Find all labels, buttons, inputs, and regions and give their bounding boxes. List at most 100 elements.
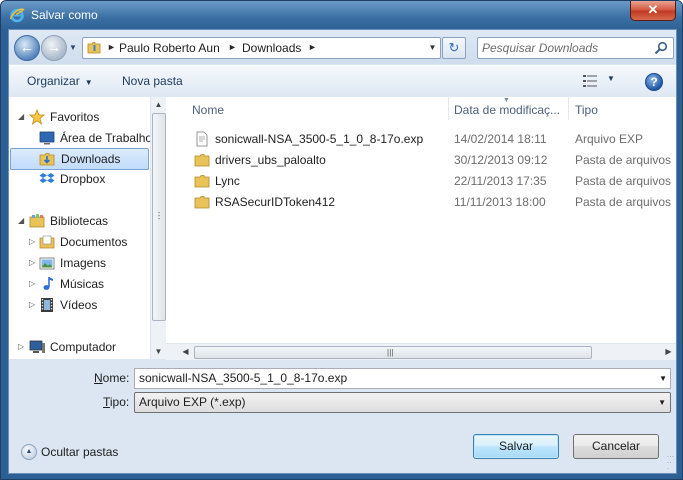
cancel-button[interactable]: Cancelar <box>573 434 659 459</box>
file-date: 30/12/2013 09:12 <box>454 153 548 167</box>
refresh-icon: ↻ <box>448 40 460 55</box>
sidebar-item-music[interactable]: ▷ Músicas <box>9 274 149 294</box>
close-button[interactable]: ✕ <box>630 1 676 21</box>
search-input[interactable] <box>482 40 648 55</box>
dropbox-icon <box>39 173 55 183</box>
column-header-type[interactable]: Tipo <box>569 97 676 120</box>
refresh-button[interactable]: ↻ <box>442 37 466 59</box>
file-name: sonicwall-NSA_3500-5_1_0_8-17o.exp <box>215 132 424 146</box>
address-dropdown-icon[interactable]: ▼ <box>425 38 440 58</box>
breadcrumb-user[interactable]: Paulo Roberto Aun <box>119 41 220 55</box>
dialog-body: ← → ▼ ► Paulo Roberto Aun ► Downloads ► … <box>8 29 677 474</box>
sidebar-item-favorites[interactable]: ◢ Favoritos <box>9 107 149 127</box>
table-row[interactable]: sonicwall-NSA_3500-5_1_0_8-17o.exp 14/02… <box>186 129 676 149</box>
sidebar-item-label: Documentos <box>60 235 128 249</box>
sidebar-item-documents[interactable]: ▷ Documentos <box>9 232 149 252</box>
expand-arrow-icon[interactable]: ◢ <box>18 112 26 121</box>
resize-grip-icon[interactable]: . . . . . . <box>667 451 674 471</box>
chevron-up-icon: ▲ <box>21 444 37 460</box>
expand-arrow-icon[interactable]: ◢ <box>18 216 26 225</box>
sidebar-item-computer[interactable]: ▷ Computador <box>9 337 149 357</box>
filetype-value: Arquivo EXP (*.exp) <box>139 395 246 409</box>
computer-icon <box>29 340 45 353</box>
column-header-label: Tipo <box>575 103 598 117</box>
navigation-scrollbar[interactable]: ▲ --- ▼ <box>150 97 166 359</box>
file-type: Arquivo EXP <box>575 132 644 146</box>
search-box[interactable] <box>477 37 674 59</box>
table-row[interactable]: drivers_ubs_paloalto 30/12/2013 09:12 Pa… <box>186 150 676 170</box>
table-row[interactable]: RSASecurIDToken412 11/11/2013 18:00 Past… <box>186 192 676 212</box>
save-button[interactable]: Salvar <box>473 434 559 459</box>
organize-label: Organizar <box>27 74 80 88</box>
sidebar-item-libraries[interactable]: ◢ Bibliotecas <box>9 211 149 231</box>
breadcrumb-separator-icon[interactable]: ► <box>308 42 317 52</box>
sidebar-item-desktop[interactable]: Área de Trabalho <box>9 128 152 148</box>
scroll-left-icon[interactable]: ◀ <box>178 344 193 360</box>
scrollbar-thumb[interactable]: --- <box>152 113 166 321</box>
forward-arrow-icon: → <box>46 39 62 56</box>
music-icon <box>43 277 53 290</box>
sidebar-item-images[interactable]: ▷ Imagens <box>9 253 149 273</box>
chevron-down-icon[interactable]: ▼ <box>658 398 666 407</box>
scroll-right-icon[interactable]: ▶ <box>661 344 676 360</box>
folder-icon <box>194 175 210 188</box>
scrollbar-thumb[interactable]: | | | <box>194 346 592 359</box>
column-header-name[interactable]: Nome <box>186 97 449 120</box>
organize-button[interactable]: Organizar ▼ <box>27 74 93 88</box>
folder-icon <box>194 154 210 167</box>
back-button[interactable]: ← <box>14 35 40 61</box>
help-icon[interactable]: ? <box>645 73 663 91</box>
scroll-down-icon[interactable]: ▼ <box>151 344 166 359</box>
view-dropdown-icon[interactable]: ▼ <box>607 74 615 83</box>
sidebar-item-label: Imagens <box>60 256 107 270</box>
filename-field[interactable]: sonicwall-NSA_3500-5_1_0_8-17o.exp ▼ <box>134 368 671 389</box>
breadcrumb-separator-icon[interactable]: ► <box>228 42 237 52</box>
internet-explorer-icon <box>9 8 25 23</box>
filetype-select[interactable]: Arquivo EXP (*.exp) ▼ <box>134 392 671 413</box>
command-bar: Organizar ▼ Nova pasta ▼ ? <box>9 65 676 98</box>
star-icon <box>29 109 45 125</box>
sidebar-item-downloads[interactable]: Downloads <box>10 148 149 170</box>
search-icon[interactable] <box>654 41 668 55</box>
libraries-icon <box>29 214 45 228</box>
sidebar-item-label: Downloads <box>61 152 121 166</box>
window-title: Salvar como <box>31 8 98 22</box>
address-bar[interactable]: ► Paulo Roberto Aun ► Downloads ► ▼ <box>82 37 441 59</box>
file-name: Lync <box>215 174 240 188</box>
filename-label-text: ome: <box>102 371 130 385</box>
expand-arrow-icon[interactable]: ▷ <box>29 258 37 267</box>
title-bar[interactable]: Salvar como ✕ <box>1 1 682 29</box>
column-header-date[interactable]: Data de modificaç... <box>448 97 569 120</box>
documents-icon <box>39 235 55 249</box>
table-row[interactable]: Lync 22/11/2013 17:35 Pasta de arquivos <box>186 171 676 191</box>
expand-arrow-icon[interactable]: ▷ <box>29 237 37 246</box>
expand-arrow-icon[interactable]: ▷ <box>29 279 37 288</box>
save-as-dialog: Salvar como ✕ ← → ▼ ► Paulo Roberto Aun … <box>0 0 683 480</box>
back-arrow-icon: ← <box>19 39 35 56</box>
view-options-icon[interactable] <box>583 75 597 87</box>
file-name: RSASecurIDToken412 <box>215 195 336 209</box>
forward-button[interactable]: → <box>41 35 67 61</box>
chevron-down-icon[interactable]: ▼ <box>659 374 667 383</box>
file-list: Nome ▼ Data de modificaç... Tipo sonicwa… <box>166 97 676 360</box>
column-header-label: Nome <box>192 103 225 117</box>
save-form: Nome: sonicwall-NSA_3500-5_1_0_8-17o.exp… <box>9 360 676 473</box>
downloads-folder-icon <box>39 153 55 166</box>
filetype-label-text: ipo: <box>109 395 130 409</box>
folder-icon <box>194 196 210 209</box>
file-type: Pasta de arquivos <box>575 174 672 188</box>
file-name: drivers_ubs_paloalto <box>215 153 326 167</box>
filename-label: Nome: <box>94 371 129 385</box>
chevron-down-icon: ▼ <box>84 78 93 87</box>
expand-arrow-icon[interactable]: ▷ <box>29 300 37 309</box>
breadcrumb-separator-icon[interactable]: ► <box>107 42 116 52</box>
recent-locations-dropdown-icon[interactable]: ▼ <box>69 43 78 52</box>
file-list-scrollbar[interactable]: ◀ | | | ▶ <box>166 343 676 360</box>
scroll-up-icon[interactable]: ▲ <box>151 97 166 112</box>
new-folder-button[interactable]: Nova pasta <box>122 74 183 88</box>
sidebar-item-dropbox[interactable]: Dropbox <box>9 169 149 189</box>
images-icon <box>39 257 55 270</box>
expand-arrow-icon[interactable]: ▷ <box>18 342 26 351</box>
sidebar-item-videos[interactable]: ▷ Vídeos <box>9 295 149 315</box>
breadcrumb-downloads[interactable]: Downloads <box>242 41 301 55</box>
